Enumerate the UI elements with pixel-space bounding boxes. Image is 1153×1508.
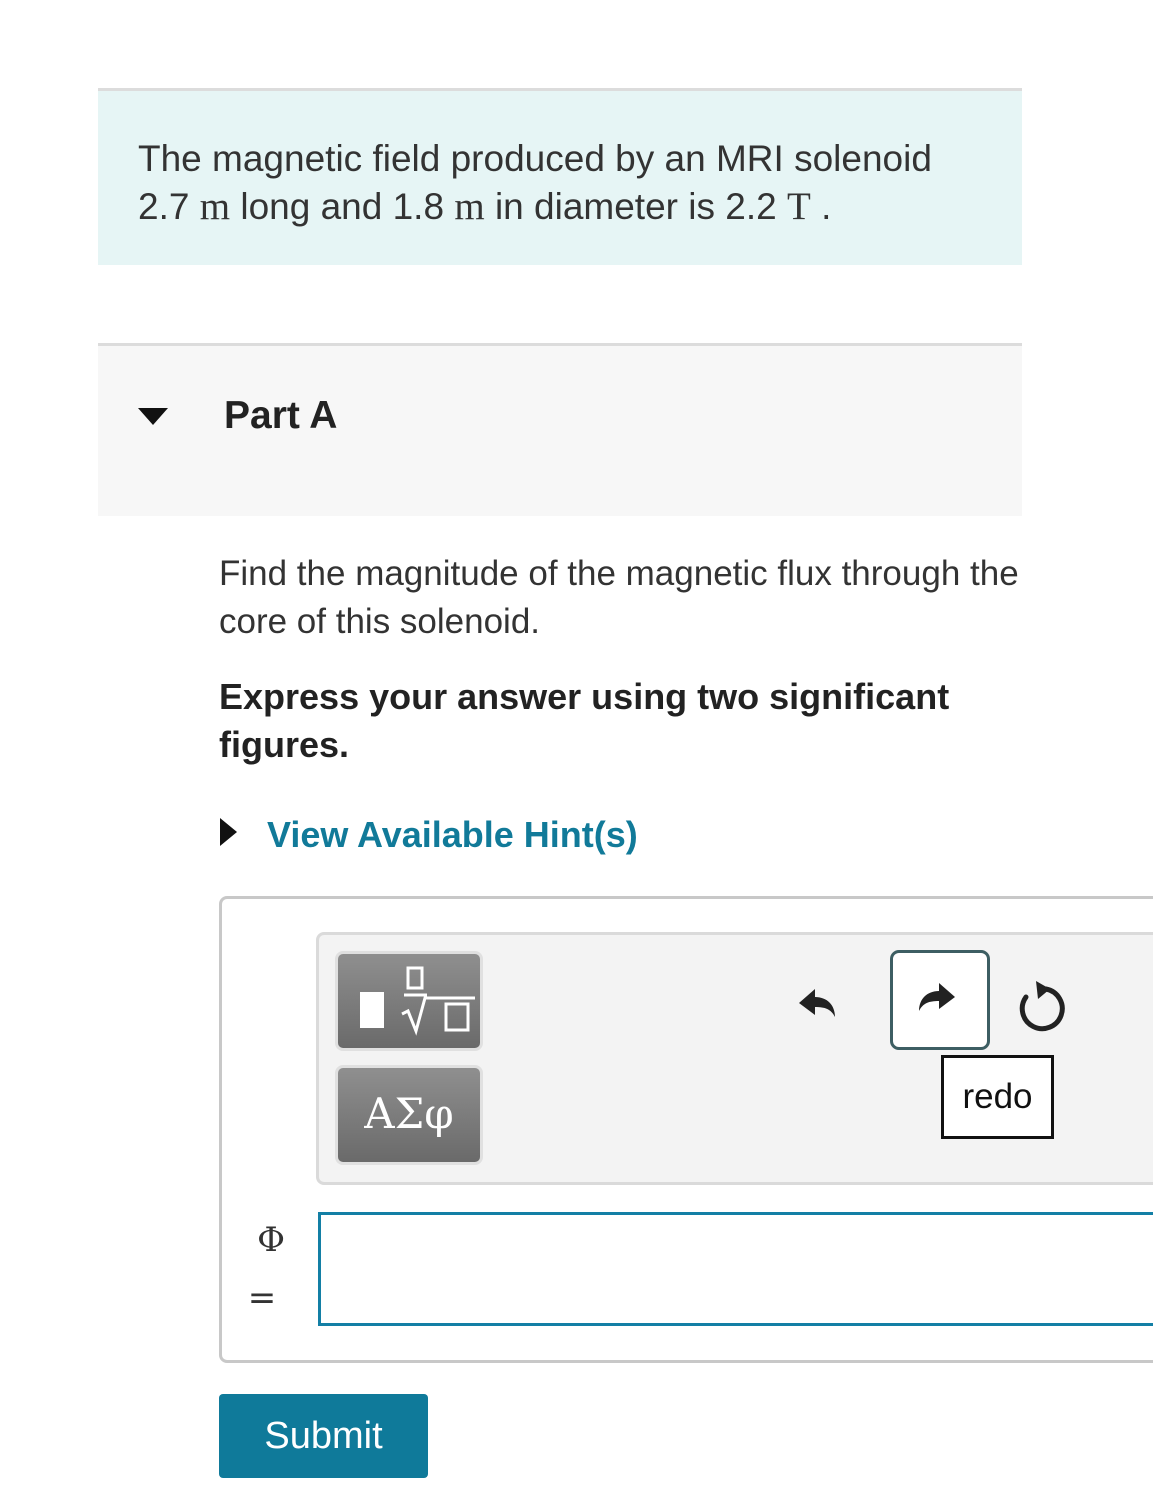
redo-tooltip: redo [941, 1055, 1054, 1139]
diameter-value: 1.8 [392, 186, 445, 227]
answer-input[interactable] [318, 1212, 1153, 1326]
intro-text-3: in diameter is [494, 186, 715, 227]
redo-button[interactable] [890, 950, 990, 1050]
greek-symbols-button[interactable]: ΑΣφ [335, 1065, 483, 1165]
part-a-header[interactable]: Part A [98, 343, 1022, 516]
caret-down-icon[interactable] [138, 408, 168, 425]
reset-icon [1019, 981, 1065, 1032]
intro-text-2: long and [240, 186, 383, 227]
intro-text-end: . [821, 186, 832, 227]
field-value: 2.2 [725, 186, 777, 227]
submit-button[interactable]: Submit [219, 1394, 428, 1478]
templates-button[interactable] [335, 951, 483, 1051]
problem-statement: The magnetic field produced by an MRI so… [138, 135, 998, 231]
answer-instruction: Express your answer using two significan… [219, 676, 950, 765]
length-unit: m [199, 185, 231, 228]
reset-button[interactable] [990, 951, 1090, 1051]
redo-icon [919, 983, 955, 1011]
length-value: 2.7 [138, 186, 190, 227]
equals-sign: = [247, 1278, 277, 1318]
caret-right-icon[interactable] [220, 818, 237, 846]
undo-icon [799, 989, 835, 1017]
fraction-radical-icon [360, 966, 475, 1036]
undo-button[interactable] [765, 951, 865, 1051]
part-title: Part A [224, 394, 338, 437]
intro-text-1: The magnetic field produced by an MRI so… [138, 138, 932, 179]
field-unit: T [786, 185, 811, 228]
diameter-unit: m [454, 185, 485, 228]
question-text: Find the magnitude of the magnetic flux … [219, 554, 1019, 641]
view-hints-link[interactable]: View Available Hint(s) [267, 814, 638, 856]
problem-intro: The magnetic field produced by an MRI so… [98, 88, 1022, 265]
answer-variable: Φ [257, 1220, 285, 1260]
